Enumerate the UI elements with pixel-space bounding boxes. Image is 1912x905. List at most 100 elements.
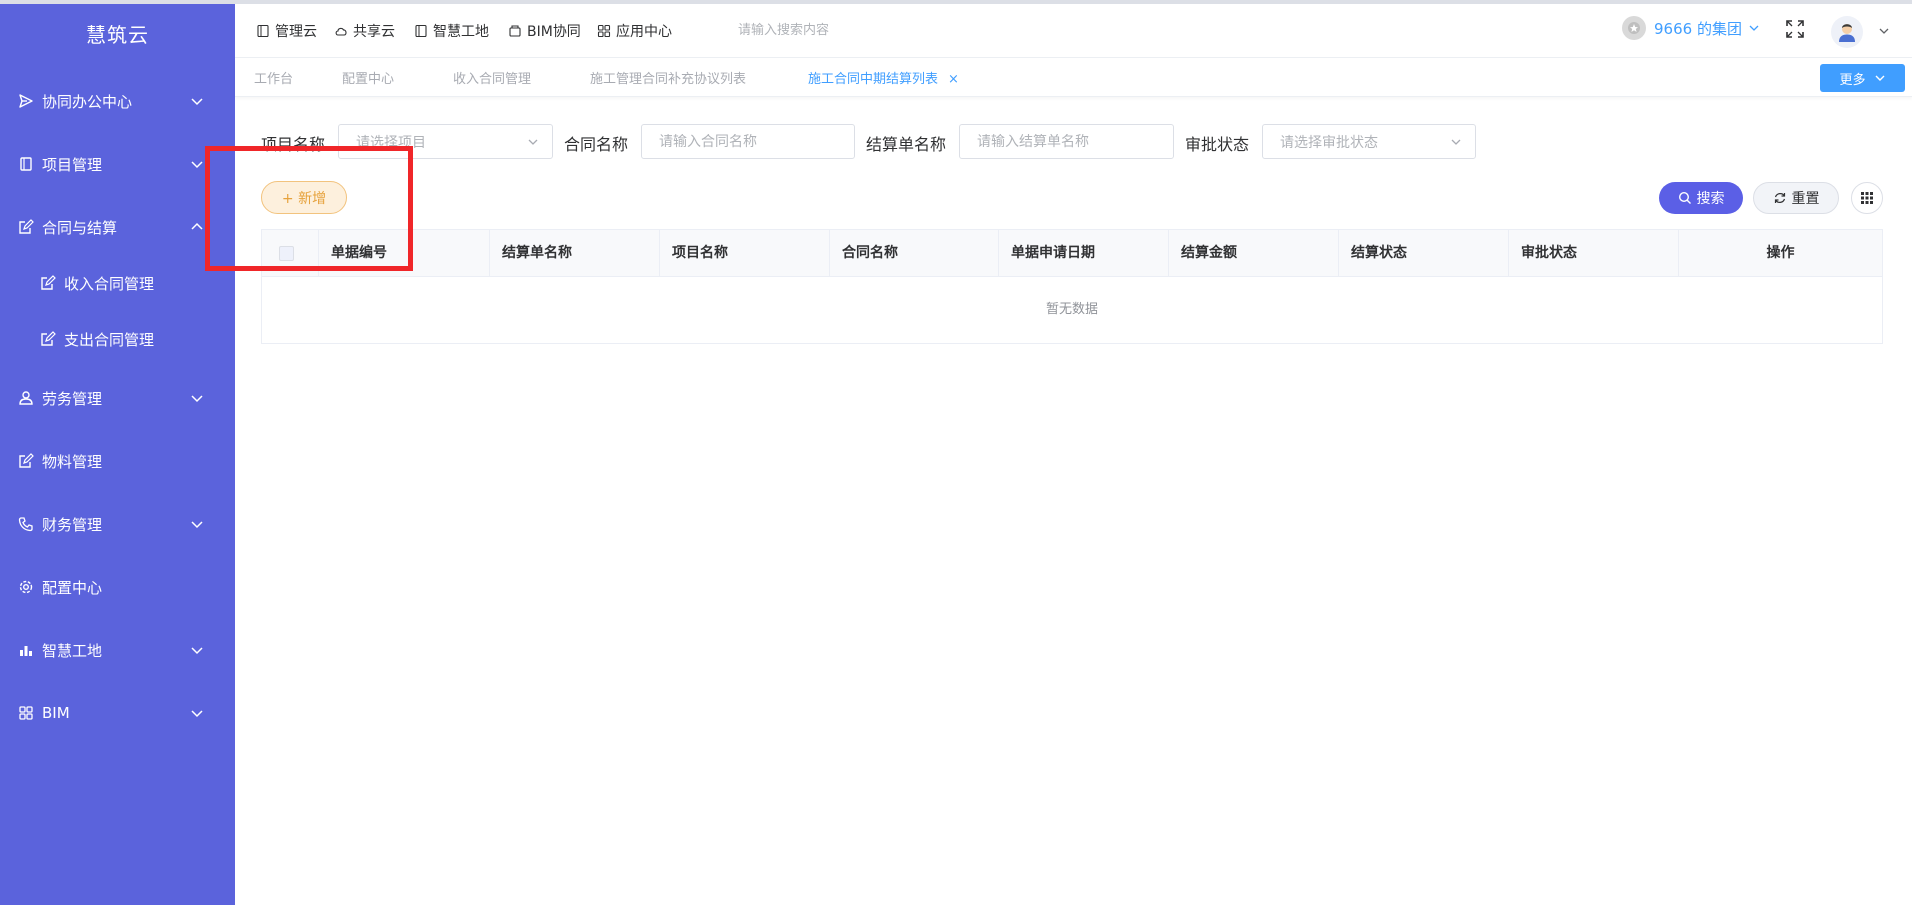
tab-config-center[interactable]: 配置中心	[342, 68, 394, 87]
column-header[interactable]: 单据申请日期	[999, 230, 1169, 277]
sidebar-subitem-income-contract[interactable]: 收入合同管理	[0, 261, 235, 305]
grid-icon	[597, 24, 611, 38]
edit-doc-icon	[18, 219, 34, 235]
chevron-down-icon	[191, 98, 203, 106]
chevron-down-icon	[1451, 139, 1461, 145]
tabs-bar: 工作台 配置中心 收入合同管理 施工管理合同补充协议列表 施工合同中期结算列表 ×…	[235, 57, 1912, 97]
sidebar-item-label: 财务管理	[42, 515, 103, 534]
search-button[interactable]: 搜索	[1659, 182, 1743, 214]
column-header: 操作	[1766, 245, 1795, 261]
header-nav-share-cloud[interactable]: 共享云	[334, 21, 395, 41]
header-nav-bim-collab[interactable]: BIM协同	[508, 21, 581, 41]
org-switcher[interactable]: 9666 的集团	[1622, 16, 1760, 40]
header-nav-label: 管理云	[275, 24, 317, 40]
book-icon	[256, 24, 270, 38]
cloud-icon	[334, 24, 348, 38]
sidebar-item-material-mgmt[interactable]: 物料管理	[0, 439, 235, 483]
send-icon	[18, 93, 34, 109]
grid-icon	[18, 705, 34, 721]
column-header[interactable]: 合同名称	[830, 230, 999, 277]
book-icon	[414, 24, 428, 38]
column-header[interactable]: 结算单名称	[490, 230, 660, 277]
table-header: 单据编号 结算单名称 项目名称 合同名称 单据申请日期 结算金额 结算状态 审批…	[262, 230, 1882, 277]
more-button-label: 更多	[1839, 72, 1866, 88]
sidebar-item-config-center[interactable]: 配置中心	[0, 565, 235, 609]
chevron-down-icon[interactable]	[1877, 24, 1891, 38]
header-nav-management-cloud[interactable]: 管理云	[256, 21, 317, 41]
grid-icon	[1861, 192, 1873, 204]
global-search-input[interactable]	[738, 18, 938, 42]
gear-icon	[18, 579, 34, 595]
bar-chart-icon	[18, 642, 34, 658]
approval-status-label: 审批状态	[1185, 135, 1250, 154]
contract-name-input[interactable]	[659, 133, 854, 150]
header-nav-label: 共享云	[353, 24, 395, 40]
contract-name-field[interactable]	[641, 124, 855, 159]
settlement-name-input[interactable]	[977, 133, 1173, 150]
sidebar-item-collab-office[interactable]: 协同办公中心	[0, 79, 235, 123]
worker-icon	[18, 390, 34, 406]
contract-name-label: 合同名称	[564, 135, 629, 154]
sidebar-item-label: 配置中心	[42, 578, 103, 597]
sidebar-item-contract-settlement[interactable]: 合同与结算	[0, 205, 235, 249]
user-avatar[interactable]	[1831, 16, 1863, 48]
settlement-name-label: 结算单名称	[866, 135, 947, 154]
tab-interim-settlement-list[interactable]: 施工合同中期结算列表 ×	[808, 68, 959, 87]
chevron-down-icon	[191, 521, 203, 529]
header-nav-smart-site[interactable]: 智慧工地	[414, 21, 489, 41]
settlement-name-field[interactable]	[959, 124, 1174, 159]
chevron-down-icon	[191, 395, 203, 403]
reset-button[interactable]: 重置	[1753, 182, 1839, 214]
sidebar-item-finance-mgmt[interactable]: 财务管理	[0, 502, 235, 546]
sidebar: 慧筑云 协同办公中心 项目管理 合同与结算 收入合同管理 支出合同管理 劳务管理…	[0, 4, 235, 905]
header-nav-app-center[interactable]: 应用中心	[597, 21, 672, 41]
sidebar-item-label: 合同与结算	[42, 218, 118, 237]
settlement-table: 单据编号 结算单名称 项目名称 合同名称 单据申请日期 结算金额 结算状态 审批…	[261, 229, 1883, 344]
refresh-icon	[1774, 193, 1785, 203]
chevron-down-icon	[191, 161, 203, 169]
org-logo-icon	[1622, 16, 1646, 40]
sidebar-item-labor-mgmt[interactable]: 劳务管理	[0, 376, 235, 420]
sidebar-item-bim[interactable]: BIM	[0, 691, 235, 735]
search-button-label: 搜索	[1696, 191, 1725, 207]
column-header[interactable]: 项目名称	[660, 230, 830, 277]
sidebar-subitem-expense-contract[interactable]: 支出合同管理	[0, 317, 235, 361]
sidebar-item-project-mgmt[interactable]: 项目管理	[0, 142, 235, 186]
header-nav-label: BIM协同	[527, 24, 581, 40]
more-button[interactable]: 更多	[1820, 64, 1905, 92]
sidebar-item-label: 协同办公中心	[42, 92, 133, 111]
fullscreen-icon[interactable]	[1784, 18, 1806, 40]
chevron-down-icon	[1875, 75, 1884, 81]
tab-workbench[interactable]: 工作台	[254, 68, 293, 87]
sidebar-item-smart-site[interactable]: 智慧工地	[0, 628, 235, 672]
header-nav-label: 应用中心	[616, 24, 672, 40]
column-settings-button[interactable]	[1851, 182, 1883, 214]
top-header: 管理云 共享云 智慧工地 BIM协同 应用中心 9666 的集团	[235, 4, 1912, 57]
column-header[interactable]: 审批状态	[1509, 230, 1679, 277]
search-icon	[1678, 191, 1691, 204]
edit-doc-icon	[40, 275, 56, 291]
sidebar-item-label: 项目管理	[42, 155, 103, 174]
empty-state-text: 暂无数据	[1045, 302, 1098, 317]
header-nav-label: 智慧工地	[433, 24, 489, 40]
annotation-highlight-box	[205, 146, 413, 271]
tab-supplement-agreement-list[interactable]: 施工管理合同补充协议列表	[590, 68, 746, 87]
sidebar-item-label: 物料管理	[42, 452, 103, 471]
edit-doc-icon	[18, 453, 34, 469]
chevron-up-icon	[191, 222, 203, 230]
tab-income-contract[interactable]: 收入合同管理	[453, 68, 531, 87]
user-avatar-icon	[1839, 24, 1855, 42]
reset-button-label: 重置	[1791, 191, 1820, 207]
phone-icon	[18, 516, 34, 532]
edit-doc-icon	[40, 331, 56, 347]
sidebar-subitem-label: 支出合同管理	[64, 330, 155, 349]
sidebar-item-label: BIM	[42, 704, 70, 722]
book-icon	[18, 156, 34, 172]
box-icon	[508, 24, 522, 38]
approval-status-select[interactable]: 请选择审批状态	[1262, 124, 1476, 159]
column-header[interactable]: 结算金额	[1169, 230, 1339, 277]
chevron-down-icon	[1749, 25, 1759, 31]
close-icon[interactable]: ×	[948, 72, 959, 87]
column-header[interactable]: 结算状态	[1339, 230, 1509, 277]
approval-status-placeholder: 请选择审批状态	[1280, 134, 1378, 151]
